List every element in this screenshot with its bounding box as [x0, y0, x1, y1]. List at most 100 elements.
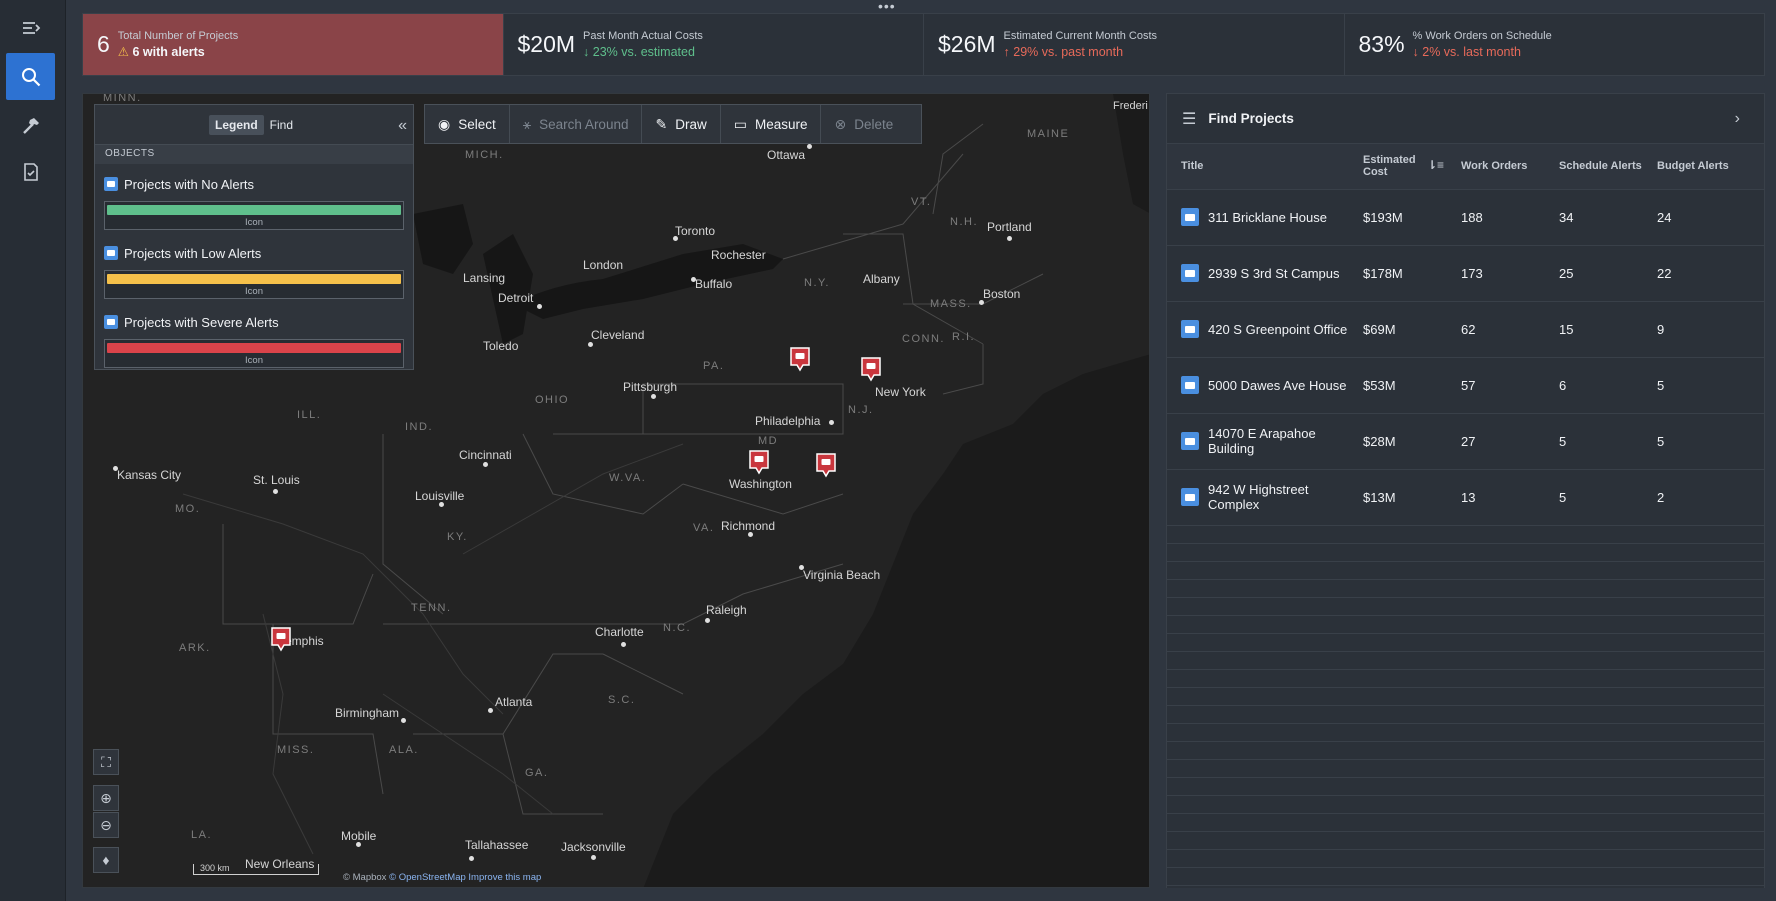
city-label: Raleigh — [706, 603, 747, 617]
state-label: N.J. — [848, 404, 874, 416]
left-nav — [0, 0, 66, 901]
work-orders-cell: 57 — [1447, 357, 1545, 414]
zoom-out-icon[interactable]: ⊖ — [93, 812, 119, 838]
project-title[interactable]: 2939 S 3rd St Campus — [1208, 266, 1340, 281]
state-label: MD — [758, 435, 779, 447]
project-alert-marker[interactable] — [789, 346, 811, 372]
search-around-button[interactable]: ⚹ Search Around — [510, 105, 643, 143]
state-label: VA. — [693, 522, 715, 534]
metric-work-orders-on-schedule[interactable]: 83% % Work Orders on Schedule ↓ 2% vs. l… — [1345, 14, 1765, 75]
city-label: Detroit — [498, 291, 534, 305]
state-label: ILL. — [297, 409, 322, 421]
work-orders-cell: 188 — [1447, 189, 1545, 246]
legend-item-severe-alerts[interactable]: Projects with Severe Alerts Icon — [104, 313, 404, 368]
city-label: Charlotte — [595, 625, 644, 639]
measure-button[interactable]: ▭ Measure — [721, 105, 822, 143]
delete-button[interactable]: ⊗ Delete — [821, 105, 906, 143]
schedule-alerts-cell: 5 — [1545, 469, 1643, 526]
more-options-icon[interactable]: ••• — [878, 0, 898, 14]
building-icon — [104, 315, 118, 329]
project-alert-marker[interactable] — [815, 452, 837, 478]
city-label: Rochester — [711, 248, 766, 262]
delete-label: Delete — [854, 116, 894, 132]
schedule-alerts-cell: 5 — [1545, 413, 1643, 470]
column-header-title[interactable]: Title — [1167, 144, 1349, 190]
city-label: Ottawa — [767, 148, 806, 162]
select-button[interactable]: ◉ Select — [425, 105, 510, 143]
tab-find[interactable]: Find — [264, 115, 299, 135]
state-label: MAINE — [1027, 128, 1070, 140]
work-orders-cell: 13 — [1447, 469, 1545, 526]
search-icon[interactable] — [6, 53, 55, 100]
hammer-icon[interactable] — [6, 102, 55, 149]
city-dot — [483, 462, 488, 467]
panel-header: ☰ Find Projects — [1167, 94, 1764, 144]
tab-legend[interactable]: Legend — [208, 114, 264, 135]
metric-current-month-costs[interactable]: $26M Estimated Current Month Costs ↑ 29%… — [924, 14, 1345, 75]
legend-item-low-alerts[interactable]: Projects with Low Alerts Icon — [104, 244, 404, 299]
attribution-links[interactable]: © OpenStreetMap Improve this map — [389, 872, 541, 883]
draw-label: Draw — [675, 116, 707, 132]
city-label: Albany — [863, 272, 900, 286]
table-row[interactable]: 14070 E Arapahoe Building $28M 27 5 5 — [1167, 413, 1764, 470]
project-title[interactable]: 942 W Highstreet Complex — [1208, 482, 1349, 512]
checklist-icon[interactable] — [6, 148, 55, 195]
estimated-cost-cell: $69M — [1349, 301, 1447, 358]
column-header-estimated-cost[interactable]: Estimated Cost ⇂≡ — [1349, 144, 1447, 190]
sort-desc-icon[interactable]: ⇂≡ — [1427, 158, 1444, 172]
measure-label: Measure — [754, 116, 808, 132]
project-alert-marker[interactable] — [748, 449, 770, 475]
ruler-icon: ▭ — [733, 115, 747, 132]
draw-button[interactable]: ✎ Draw — [642, 105, 721, 143]
state-label: MISS. — [277, 744, 315, 756]
project-alert-marker[interactable] — [270, 626, 292, 652]
swatch-caption: Icon — [245, 355, 263, 366]
metric-total-projects[interactable]: 6 Total Number of Projects ⚠ 6 with aler… — [83, 14, 504, 75]
column-header-budget-alerts[interactable]: Budget Alerts — [1643, 144, 1764, 190]
budget-alerts-cell: 9 — [1643, 301, 1764, 358]
state-label: R.I. — [952, 331, 976, 343]
city-label: Toledo — [483, 339, 519, 353]
city-label: Cleveland — [591, 328, 645, 342]
table-row[interactable]: 942 W Highstreet Complex $13M 13 5 2 — [1167, 469, 1764, 526]
city-dot — [829, 420, 834, 425]
state-label: MO. — [175, 503, 201, 515]
table-row[interactable]: 2939 S 3rd St Campus $178M 173 25 22 — [1167, 245, 1764, 302]
metric-label: Estimated Current Month Costs — [1003, 30, 1157, 42]
city-label: Washington — [729, 477, 792, 491]
project-alert-marker[interactable] — [860, 356, 882, 382]
budget-alerts-cell: 24 — [1643, 189, 1764, 246]
collapse-menu-icon[interactable] — [6, 4, 55, 51]
city-dot — [469, 856, 474, 861]
project-title[interactable]: 14070 E Arapahoe Building — [1208, 426, 1349, 456]
compass-icon[interactable]: ♦ — [93, 847, 119, 873]
column-header-work-orders[interactable]: Work Orders — [1447, 144, 1545, 190]
work-orders-cell: 62 — [1447, 301, 1545, 358]
collapse-panel-icon[interactable]: « — [398, 117, 407, 135]
project-title[interactable]: 5000 Dawes Ave House — [1208, 378, 1347, 393]
city-label: Philadelphia — [755, 414, 821, 428]
city-label: St. Louis — [253, 473, 300, 487]
column-header-schedule-alerts[interactable]: Schedule Alerts — [1545, 144, 1643, 190]
city-label: Frederi — [1113, 100, 1148, 112]
table-row[interactable]: 5000 Dawes Ave House $53M 57 6 5 — [1167, 357, 1764, 414]
city-label: Pittsburgh — [623, 380, 678, 394]
legend-item-no-alerts[interactable]: Projects with No Alerts Icon — [104, 175, 404, 230]
table-row[interactable]: 311 Bricklane House $193M 188 34 24 — [1167, 189, 1764, 246]
legend-item-label: Projects with No Alerts — [124, 176, 255, 192]
search-around-label: Search Around — [539, 116, 629, 132]
fit-bounds-icon[interactable]: ⛶ — [93, 749, 119, 775]
project-title[interactable]: 420 S Greenpoint Office — [1208, 322, 1347, 337]
metric-past-month-costs[interactable]: $20M Past Month Actual Costs ↓ 23% vs. e… — [504, 14, 924, 75]
city-dot — [621, 642, 626, 647]
map-view[interactable]: MINN. MICH. MAINE VT. N.H. MASS. CONN. R… — [82, 93, 1150, 888]
table-row[interactable]: 420 S Greenpoint Office $69M 62 15 9 — [1167, 301, 1764, 358]
state-label: ARK. — [179, 642, 211, 654]
map-attribution[interactable]: © Mapbox © OpenStreetMap Improve this ma… — [343, 872, 541, 883]
estimated-cost-cell: $53M — [1349, 357, 1447, 414]
project-title[interactable]: 311 Bricklane House — [1208, 210, 1327, 225]
city-label: Tallahassee — [465, 838, 529, 852]
zoom-in-icon[interactable]: ⊕ — [93, 785, 119, 811]
city-dot — [807, 144, 812, 149]
chevron-right-icon[interactable]: › — [1735, 110, 1740, 128]
